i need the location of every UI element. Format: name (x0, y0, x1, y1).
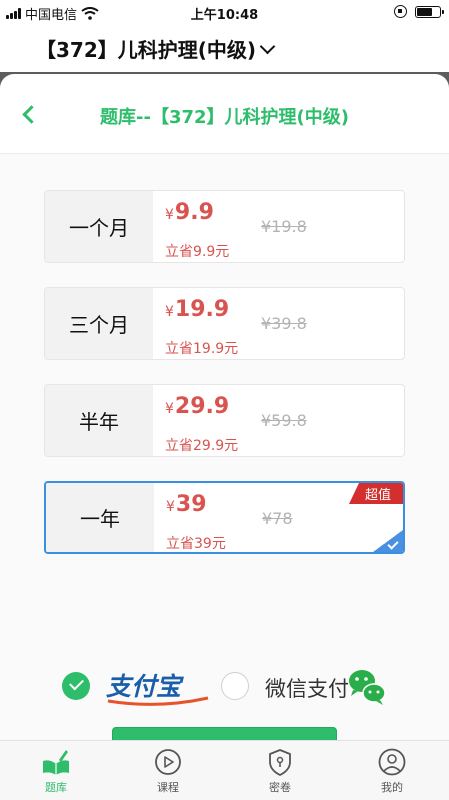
play-circle-icon (155, 749, 181, 775)
bottom-tab-bar: 题库 课程 密卷 我的 (0, 740, 449, 800)
user-icon (378, 748, 406, 776)
plan-option-1-year[interactable]: 一年 ¥39 ¥78 立省39元 超值 (44, 481, 405, 554)
plan-original-price: ¥39.8 (261, 314, 307, 333)
purchase-sheet: 题库--【372】儿科护理(中级) 一个月 ¥9.9 ¥19.8 立省9.9元 … (0, 74, 449, 782)
plan-original-price: ¥19.8 (261, 217, 307, 236)
orientation-lock-icon (394, 5, 407, 18)
shield-lock-icon (269, 749, 291, 776)
plan-savings: 立省29.9元 (165, 438, 239, 454)
wechat-pay-label[interactable]: 微信支付 (265, 673, 349, 703)
sheet-header: 题库--【372】儿科护理(中级) (0, 74, 449, 154)
plan-savings: 立省39元 (166, 536, 226, 552)
tab-label: 课程 (157, 781, 179, 794)
plan-price: ¥9.9 (165, 200, 214, 225)
alipay-logo[interactable]: 支付宝 (104, 668, 212, 708)
chevron-down-icon (259, 38, 276, 55)
sheet-body: 一个月 ¥9.9 ¥19.8 立省9.9元 三个月 ¥19.9 ¥39.8 立省… (0, 154, 449, 782)
underlying-page-title[interactable]: 【372】儿科护理(中级) (0, 24, 449, 72)
plan-savings: 立省19.9元 (165, 341, 239, 357)
tab-profile[interactable]: 我的 (352, 747, 432, 799)
tab-label: 密卷 (269, 781, 291, 794)
selected-check-icon (373, 530, 403, 552)
plan-savings: 立省9.9元 (165, 244, 230, 260)
svg-text:支付宝: 支付宝 (106, 672, 184, 701)
plan-price: ¥19.9 (165, 297, 230, 322)
plan-original-price: ¥59.8 (261, 411, 307, 430)
plan-option-half-year[interactable]: 半年 ¥29.9 ¥59.8 立省29.9元 (44, 384, 405, 457)
battery-icon (415, 5, 444, 18)
plan-price: ¥39 (166, 492, 207, 517)
status-time: 上午10:48 (190, 8, 259, 23)
alipay-radio[interactable] (62, 672, 90, 700)
plan-original-price: ¥78 (262, 509, 293, 528)
sheet-title: 题库--【372】儿科护理(中级) (100, 107, 349, 128)
tab-label: 我的 (381, 781, 403, 794)
tab-secret-papers[interactable]: 密卷 (240, 747, 320, 799)
tab-label: 题库 (45, 781, 67, 794)
underlying-title-text: 【372】儿科护理(中级) (36, 38, 257, 62)
value-badge: 超值 (348, 483, 403, 504)
plan-name: 一个月 (45, 191, 153, 262)
status-right (394, 5, 444, 18)
wechat-pay-icon (349, 670, 386, 705)
status-bar: 中国电信 上午10:48 (0, 0, 449, 24)
book-pen-icon (43, 750, 69, 775)
plan-option-1-month[interactable]: 一个月 ¥9.9 ¥19.8 立省9.9元 (44, 190, 405, 263)
plan-name: 一年 (46, 483, 154, 552)
plan-option-3-months[interactable]: 三个月 ¥19.9 ¥39.8 立省19.9元 (44, 287, 405, 360)
tab-courses[interactable]: 课程 (128, 747, 208, 799)
plan-price: ¥29.9 (165, 394, 230, 419)
plan-name: 三个月 (45, 288, 153, 359)
payment-method-row: 支付宝 微信支付 (0, 656, 449, 710)
tab-question-bank[interactable]: 题库 (16, 747, 96, 799)
plan-name: 半年 (45, 385, 153, 456)
wechat-radio[interactable] (221, 672, 249, 700)
